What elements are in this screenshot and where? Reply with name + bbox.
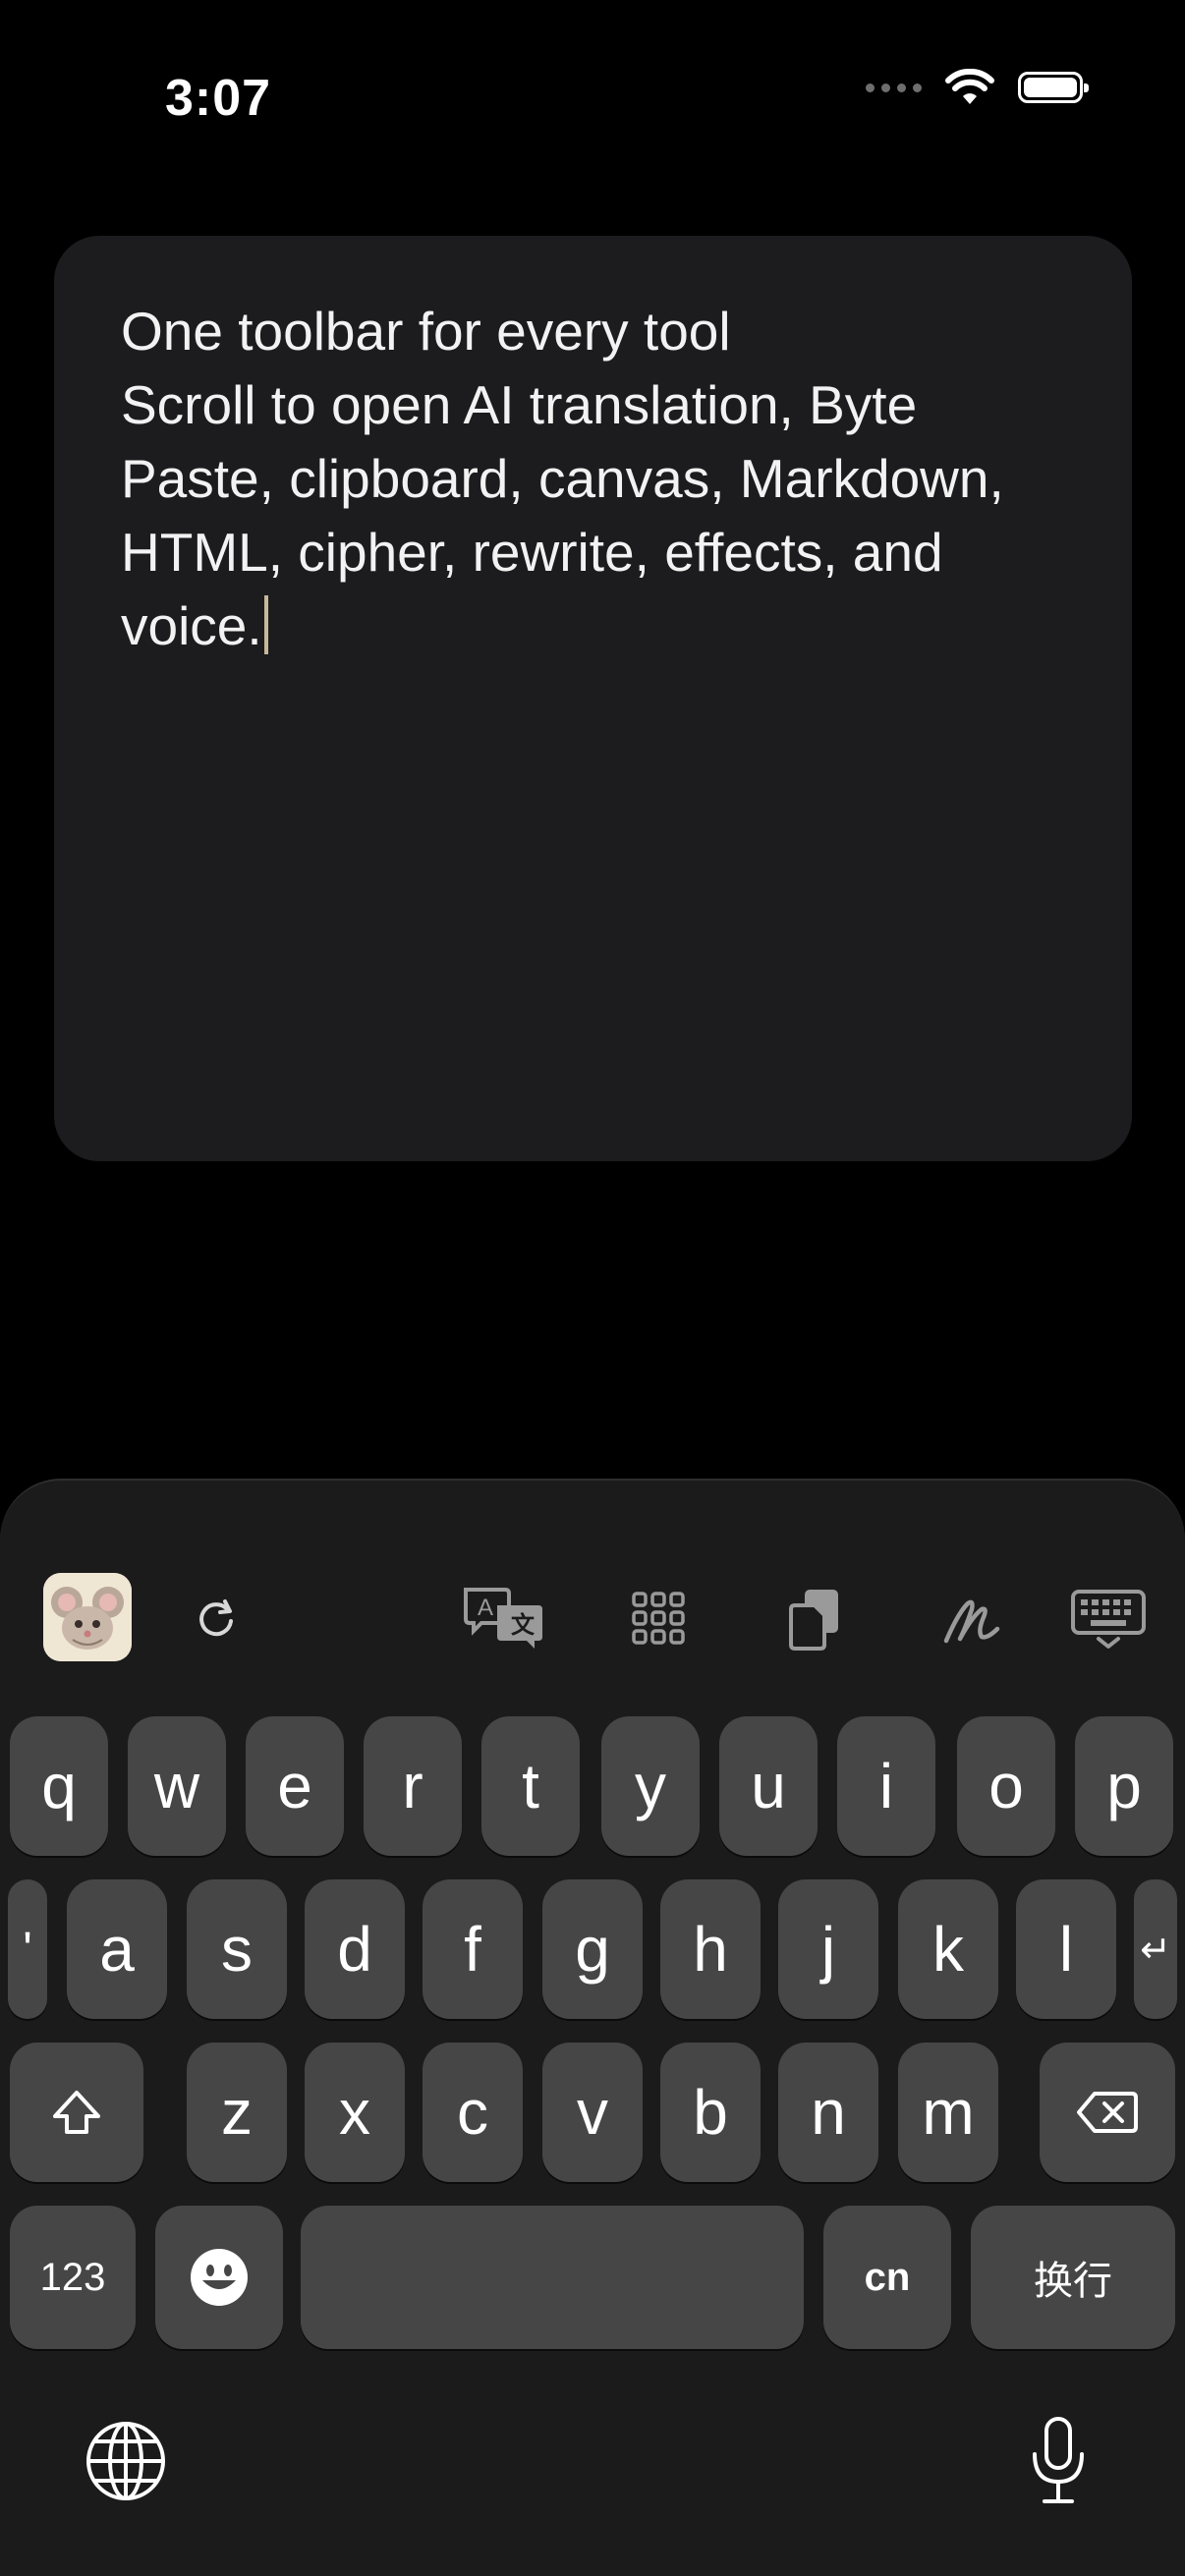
microphone-icon[interactable] — [1014, 2412, 1102, 2510]
key-e[interactable]: e — [246, 1716, 344, 1856]
clipboard-icon[interactable] — [776, 1579, 855, 1657]
key-o[interactable]: o — [957, 1716, 1055, 1856]
app-mouse-icon[interactable] — [43, 1573, 132, 1661]
editor-line: Paste, clipboard, canvas, Markdown, — [121, 448, 1004, 509]
key-q[interactable]: q — [10, 1716, 108, 1856]
text-editor[interactable]: One toolbar for every tool Scroll to ope… — [54, 236, 1132, 1161]
key-k[interactable]: k — [898, 1879, 998, 2019]
refresh-icon[interactable] — [177, 1579, 255, 1657]
key-x[interactable]: x — [305, 2043, 405, 2182]
editor-line: HTML, cipher, rewrite, effects, and — [121, 522, 943, 583]
numbers-key[interactable]: 123 — [10, 2206, 136, 2349]
emoji-icon — [191, 2249, 248, 2306]
key-v[interactable]: v — [542, 2043, 643, 2182]
svg-text:文: 文 — [511, 1611, 536, 1639]
key-s[interactable]: s — [187, 1879, 287, 2019]
key-z[interactable]: z — [187, 2043, 287, 2182]
key-n[interactable]: n — [778, 2043, 878, 2182]
key-apostrophe[interactable]: ' — [8, 1879, 47, 2019]
editor-last-line: voice. — [121, 589, 1065, 663]
svg-text:A: A — [478, 1595, 493, 1621]
key-g[interactable]: g — [542, 1879, 643, 2019]
key-u[interactable]: u — [719, 1716, 818, 1856]
keyboard-hide-icon[interactable] — [1069, 1579, 1148, 1657]
key-b[interactable]: b — [660, 2043, 761, 2182]
translate-icon[interactable]: A 文 — [460, 1579, 550, 1657]
key-return-small[interactable]: ↵ — [1134, 1879, 1177, 2019]
emoji-key[interactable] — [155, 2206, 283, 2349]
cellular-signal-icon — [866, 83, 922, 92]
shift-key[interactable] — [10, 2043, 143, 2182]
backspace-icon — [1077, 2092, 1138, 2133]
editor-line: Scroll to open AI translation, Byte — [121, 374, 918, 435]
return-key[interactable]: 换行 — [971, 2206, 1175, 2349]
key-l[interactable]: l — [1016, 1879, 1116, 2019]
key-h[interactable]: h — [660, 1879, 761, 2019]
key-a[interactable]: a — [67, 1879, 167, 2019]
editor-line: One toolbar for every tool — [121, 301, 731, 362]
key-r[interactable]: r — [364, 1716, 462, 1856]
language-key[interactable]: cn — [823, 2206, 951, 2349]
delete-key[interactable] — [1040, 2043, 1175, 2182]
key-c[interactable]: c — [423, 2043, 523, 2182]
key-y[interactable]: y — [601, 1716, 700, 1856]
space-key[interactable] — [301, 2206, 804, 2349]
key-p[interactable]: p — [1075, 1716, 1173, 1856]
battery-icon — [1018, 72, 1089, 103]
key-i[interactable]: i — [837, 1716, 935, 1856]
keyboard: A 文 q w e r t y u i o p ' a s d f g h j … — [0, 1479, 1185, 2576]
editor-line: voice. — [121, 595, 262, 656]
keyboard-toolbar: A 文 — [0, 1481, 1185, 1661]
grid-icon[interactable] — [619, 1579, 698, 1657]
globe-icon[interactable] — [79, 2414, 173, 2508]
status-time: 3:07 — [165, 70, 272, 127]
key-t[interactable]: t — [481, 1716, 580, 1856]
wifi-icon — [945, 69, 994, 104]
shift-icon — [53, 2091, 100, 2134]
text-caret — [263, 595, 268, 654]
status-indicators — [866, 69, 1089, 106]
key-f[interactable]: f — [423, 1879, 523, 2019]
key-w[interactable]: w — [128, 1716, 226, 1856]
key-m[interactable]: m — [898, 2043, 998, 2182]
scribble-icon[interactable] — [933, 1579, 1012, 1657]
key-j[interactable]: j — [778, 1879, 878, 2019]
key-d[interactable]: d — [305, 1879, 405, 2019]
